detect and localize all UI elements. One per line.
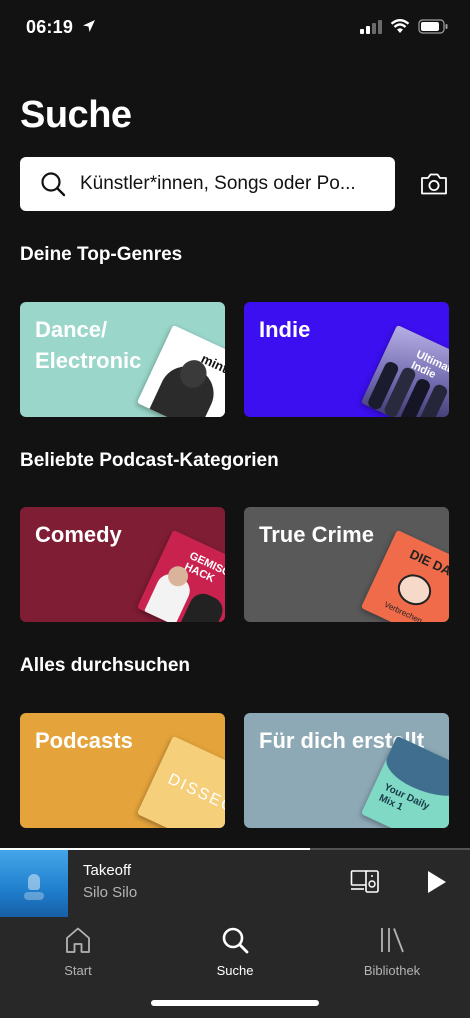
camera-icon: [421, 173, 447, 195]
mini-player[interactable]: Takeoff Silo Silo: [0, 848, 470, 917]
tab-label: Start: [64, 963, 92, 978]
tab-label: Bibliothek: [363, 963, 421, 978]
cover-text: DISSEC: [165, 770, 225, 817]
wifi-icon: [390, 19, 410, 33]
search-icon: [41, 172, 66, 197]
cellular-signal-icon: [360, 19, 382, 34]
browse-tile-made-for-you[interactable]: Für dich erstellt Your Daily Mix 1: [244, 713, 449, 828]
section-title-top-genres: Deine Top-Genres: [20, 244, 183, 265]
podcast-tile-true-crime[interactable]: True Crime DIE DA Verbrechen: [244, 507, 449, 622]
status-indicators: [360, 19, 448, 34]
now-playing-title: Takeoff: [83, 862, 132, 879]
library-icon: [381, 928, 404, 953]
camera-button[interactable]: [418, 168, 450, 200]
genre-tile-dance-electronic[interactable]: Dance/ Electronic mint: [20, 302, 225, 417]
search-icon: [222, 927, 249, 954]
tab-start[interactable]: Start: [18, 925, 138, 978]
status-bar: 06:19: [0, 0, 470, 56]
genre-tile-indie[interactable]: Indie Ultimate Indie: [244, 302, 449, 417]
search-box[interactable]: [20, 157, 395, 211]
home-icon: [66, 927, 90, 953]
home-indicator: [151, 1000, 319, 1006]
status-time: 06:19: [26, 17, 74, 37]
playback-progress-bar: [0, 848, 470, 850]
play-icon[interactable]: [422, 868, 450, 896]
battery-icon: [418, 19, 448, 34]
now-playing-cover: [0, 850, 68, 917]
search-input[interactable]: [80, 157, 385, 211]
tab-suche[interactable]: Suche: [175, 925, 295, 978]
now-playing-artist: Silo Silo: [83, 884, 138, 901]
podcast-tile-comedy[interactable]: Comedy GEMISCHTES HACK: [20, 507, 225, 622]
section-title-browse-all: Alles durchsuchen: [20, 655, 190, 676]
page-title: Suche: [20, 94, 132, 136]
connect-device-icon[interactable]: [350, 868, 380, 896]
browse-tile-podcasts[interactable]: Podcasts DISSEC: [20, 713, 225, 828]
section-title-podcast-categories: Beliebte Podcast-Kategorien: [20, 450, 279, 471]
location-arrow-icon: [83, 20, 95, 32]
tab-bibliothek[interactable]: Bibliothek: [332, 925, 452, 978]
tab-label: Suche: [216, 963, 254, 978]
